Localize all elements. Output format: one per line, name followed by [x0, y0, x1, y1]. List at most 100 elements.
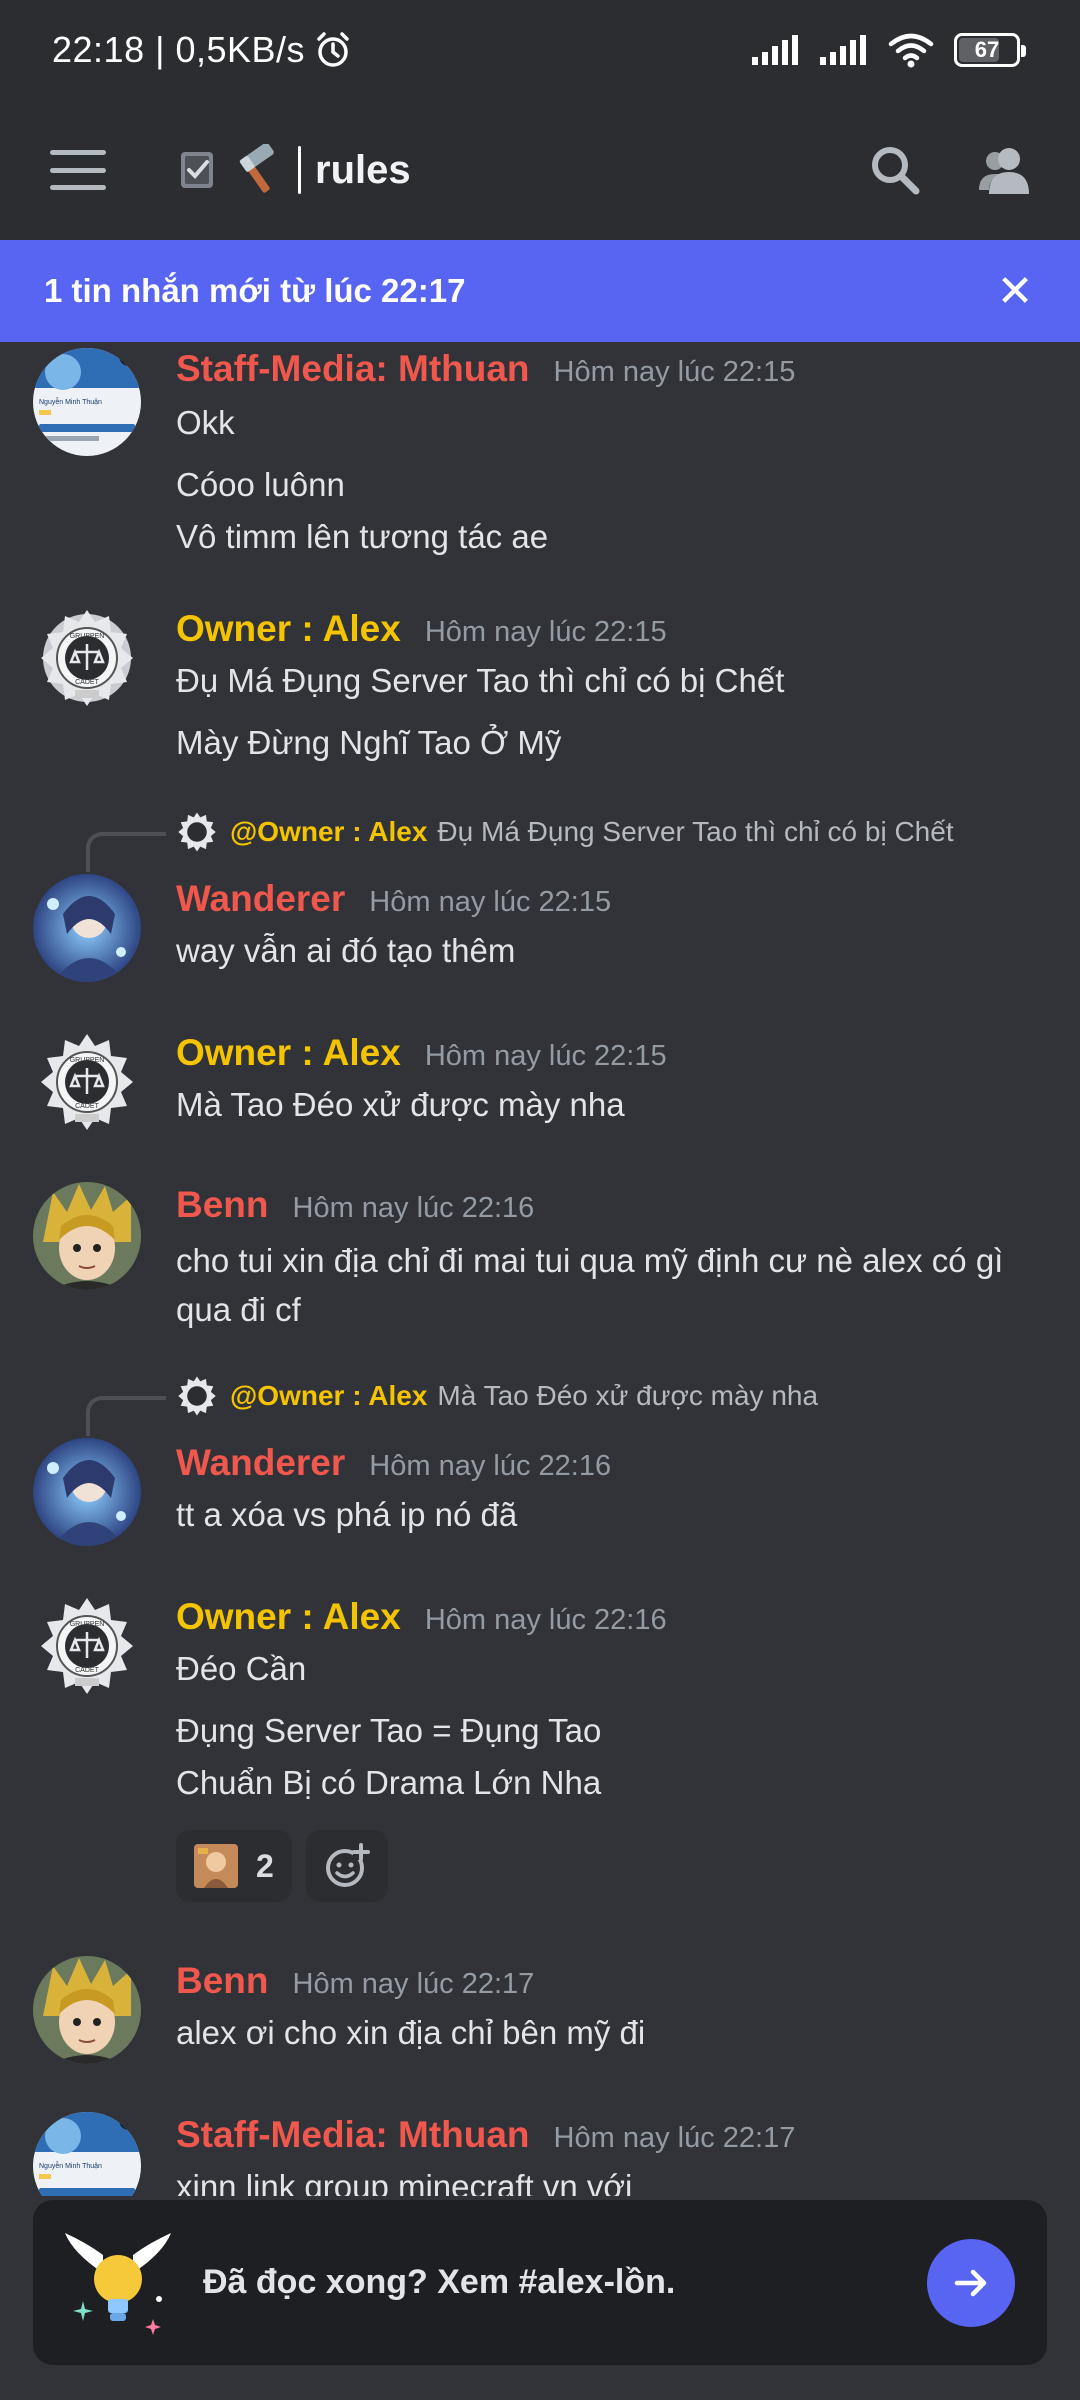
svg-text:GRUPPEN: GRUPPEN: [70, 1621, 105, 1628]
message-text: Mày Đừng Nghĩ Tao Ở Mỹ: [176, 724, 562, 761]
avatar[interactable]: [33, 1956, 141, 2064]
custom-emoji-icon: [194, 1844, 238, 1888]
status-bar: 22:18 | 0,5KB/s 67: [0, 0, 1080, 100]
svg-text:CADET: CADET: [75, 1667, 99, 1674]
reaction-chip[interactable]: 2: [176, 1830, 292, 1902]
author-name[interactable]: Owner : Alex: [176, 608, 401, 650]
signal-icon-2: [820, 35, 866, 65]
checkbox-emoji-icon: [181, 152, 213, 188]
author-name[interactable]: Staff-Media: Mthuan: [176, 2114, 530, 2156]
svg-text:GRUPPEN: GRUPPEN: [70, 633, 105, 640]
close-banner-button[interactable]: ✕: [990, 266, 1040, 317]
author-name[interactable]: Benn: [176, 1184, 269, 1226]
message-header: Owner : Alex Hôm nay lúc 22:16: [176, 1596, 667, 1638]
status-time: 22:18 | 0,5KB/s: [52, 29, 306, 70]
reaction-count: 2: [256, 1847, 274, 1884]
avatar[interactable]: [33, 1438, 141, 1546]
timestamp: Hôm nay lúc 22:15: [424, 616, 667, 648]
reply-avatar: [175, 810, 219, 854]
alarm-icon: [317, 32, 349, 67]
channel-divider: [298, 146, 301, 194]
reply-spine: [86, 1396, 166, 1436]
add-reaction-button[interactable]: [305, 1830, 388, 1902]
author-name[interactable]: Owner : Alex: [176, 1596, 401, 1638]
svg-text:CADET: CADET: [75, 679, 99, 686]
go-to-channel-button[interactable]: [927, 2238, 1015, 2327]
hammer-emoji-icon: [239, 144, 274, 193]
svg-text:Nguyễn Minh Thuận: Nguyễn Minh Thuận: [39, 2161, 102, 2170]
timestamp: Hôm nay lúc 22:15: [369, 886, 612, 918]
battery-indicator: 67: [954, 33, 1026, 67]
reaction-bar: 2: [176, 1830, 388, 1902]
timestamp: Hôm nay lúc 22:17: [553, 2122, 796, 2154]
reply-spine: [86, 832, 166, 872]
app-screen: 22:18 | 0,5KB/s 67 rules 1 tin nhắn mới …: [0, 0, 1080, 2400]
message-header: Owner : Alex Hôm nay lúc 22:15: [176, 1032, 667, 1074]
message-header: Benn Hôm nay lúc 22:17: [176, 1960, 534, 2002]
author-name[interactable]: Owner : Alex: [176, 1032, 401, 1074]
message-text: Mà Tao Đéo xử được mày nha: [176, 1086, 625, 1123]
timestamp: Hôm nay lúc 22:15: [553, 356, 796, 388]
timestamp: Hôm nay lúc 22:16: [369, 1450, 612, 1482]
member-list-button[interactable]: [970, 135, 1040, 205]
message-header: Staff-Media: Mthuan Hôm nay lúc 22:17: [176, 2114, 795, 2156]
message-text: tt a xóa vs phá ip nó đã: [176, 1496, 518, 1533]
svg-text:GRUPPEN: GRUPPEN: [70, 1057, 105, 1064]
message-header: Owner : Alex Hôm nay lúc 22:15: [176, 608, 667, 650]
reply-author: @Owner : Alex: [230, 1380, 428, 1411]
avatar[interactable]: [33, 1182, 141, 1290]
reply-text: @Owner : Alex Mà Tao Đéo xử được mày nha: [230, 1380, 818, 1412]
reply-preview[interactable]: @Owner : Alex Đụ Má Đụng Server Tao thì c…: [0, 810, 1080, 872]
svg-text:CADET: CADET: [75, 1103, 99, 1110]
message-text: Cóoo luônn: [176, 466, 345, 503]
message-header: Wanderer Hôm nay lúc 22:16: [176, 1442, 611, 1484]
next-channel-text: Đã đọc xong? Xem #alex-lồn.: [203, 2263, 676, 2301]
members-icon: [979, 148, 1029, 194]
arrow-right-icon: [954, 2269, 987, 2296]
channel-title-group[interactable]: rules: [178, 144, 411, 196]
message-text: alex ơi cho xin địa chỉ bên mỹ đi: [176, 2014, 646, 2051]
signal-icon-1: [752, 35, 798, 65]
reply-author: @Owner : Alex: [230, 816, 428, 847]
avatar[interactable]: GRUPPEN CADET: [33, 1592, 141, 1700]
message-text: Đéo Cần: [176, 1650, 307, 1687]
message-text: Đụ Má Đụng Server Tao thì chỉ có bị Chết: [176, 662, 785, 699]
message-text: Đụng Server Tao = Đụng Tao: [176, 1712, 602, 1749]
avatar[interactable]: [33, 874, 141, 982]
channel-header: rules: [0, 100, 1080, 240]
search-icon: [872, 147, 920, 195]
battery-level: 67: [974, 37, 1000, 62]
avatar[interactable]: GRUPPEN CADET: [33, 1028, 141, 1136]
wifi-icon: [888, 33, 934, 68]
message-text: Okk: [176, 404, 235, 441]
message-text: way vẫn ai đó tạo thêm: [176, 932, 516, 969]
next-channel-prompt[interactable]: Đã đọc xong? Xem #alex-lồn.: [33, 2200, 1047, 2365]
message-text: cho tui xin địa chỉ đi mai tui qua mỹ đị…: [176, 1242, 1004, 1328]
message-header: Wanderer Hôm nay lúc 22:15: [176, 878, 611, 920]
add-reaction-icon: [325, 1843, 370, 1887]
author-name[interactable]: Benn: [176, 1960, 269, 2002]
channel-name: rules: [315, 147, 411, 192]
reply-preview[interactable]: @Owner : Alex Mà Tao Đéo xử được mày nha: [0, 1374, 1080, 1436]
reply-body: Mà Tao Đéo xử được mày nha: [437, 1380, 819, 1411]
message-header: Benn Hôm nay lúc 22:16: [176, 1184, 534, 1226]
message-text: Vô timm lên tương tác ae: [176, 518, 549, 555]
timestamp: Hôm nay lúc 22:15: [424, 1040, 667, 1072]
new-messages-text: 1 tin nhắn mới từ lúc 22:17: [44, 272, 466, 309]
author-name[interactable]: Wanderer: [176, 1442, 345, 1484]
hamburger-menu-button[interactable]: [50, 150, 106, 190]
reply-text: @Owner : Alex Đụ Má Đụng Server Tao thì c…: [230, 816, 954, 848]
message-text: Chuẩn Bị có Drama Lớn Nha: [176, 1764, 602, 1801]
reply-body: Đụ Má Đụng Server Tao thì chỉ có bị Chết: [437, 816, 954, 847]
status-right: 67: [752, 32, 1026, 68]
reply-avatar: [175, 1374, 219, 1418]
avatar[interactable]: GRUPPEN CADET: [33, 604, 141, 712]
timestamp: Hôm nay lúc 22:16: [292, 1192, 535, 1224]
author-name[interactable]: Staff-Media: Mthuan: [176, 348, 530, 390]
winged-lightbulb-icon: [65, 2232, 171, 2335]
search-button[interactable]: [860, 135, 930, 205]
new-messages-banner[interactable]: 1 tin nhắn mới từ lúc 22:17 ✕: [0, 240, 1080, 342]
author-name[interactable]: Wanderer: [176, 878, 345, 920]
status-left: 22:18 | 0,5KB/s: [52, 29, 353, 71]
avatar[interactable]: Nguyễn Minh Thuận: [33, 348, 141, 456]
